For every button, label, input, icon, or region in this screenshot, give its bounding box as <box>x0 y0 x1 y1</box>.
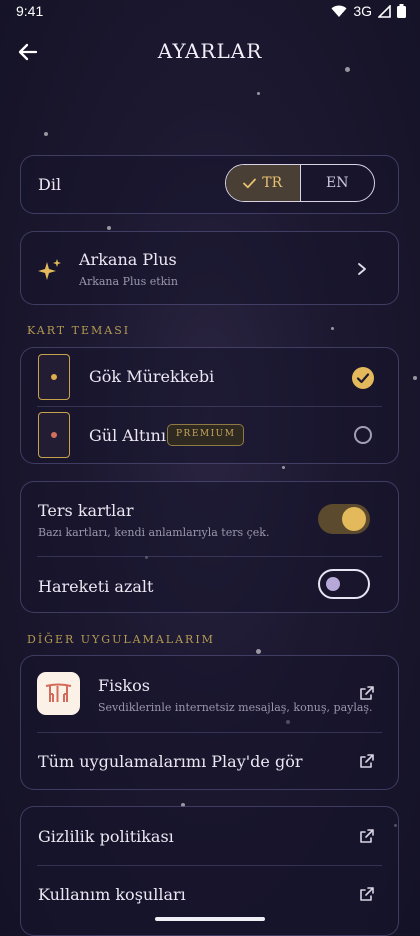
star-decoration <box>331 327 334 330</box>
external-link-icon <box>360 887 374 901</box>
gesture-navigation-bar[interactable] <box>155 917 265 921</box>
star-decoration <box>413 376 417 380</box>
page-title: AYARLAR <box>157 39 263 63</box>
privacy-policy-label: Gizlilik politikası <box>38 827 174 846</box>
plus-title: Arkana Plus <box>79 250 177 269</box>
battery-icon <box>397 4 406 18</box>
chevron-right-icon <box>358 263 366 275</box>
check-circle-icon <box>352 367 374 389</box>
language-toggle: TR EN <box>225 164 375 202</box>
language-card: Dil TR EN <box>20 155 399 214</box>
status-bar: 9:41 3G <box>0 0 420 24</box>
theme-option-label: Gül Altını <box>89 426 166 445</box>
language-option-label: EN <box>326 175 349 191</box>
reversed-cards-switch[interactable] <box>318 504 370 534</box>
plus-card[interactable]: Arkana Plus Arkana Plus etkin <box>20 231 399 305</box>
divider <box>37 556 382 557</box>
radio-unselected <box>354 426 372 444</box>
star-decoration <box>107 226 111 230</box>
sparkles-icon <box>38 259 61 280</box>
reduce-motion-label: Hareketi azalt <box>38 577 154 596</box>
language-option-en[interactable]: EN <box>301 165 375 201</box>
theme-option-gul-altini[interactable]: Gül Altını PREMIUM <box>21 407 400 465</box>
theme-dot <box>51 432 57 438</box>
star-decoration <box>282 466 285 469</box>
switch-knob <box>342 507 366 531</box>
app-name: Fiskos <box>98 676 150 695</box>
language-label: Dil <box>38 175 62 194</box>
see-all-apps-label: Tüm uygulamalarımı Play'de gör <box>38 752 303 771</box>
terms-of-use-link[interactable]: Kullanım koşulları <box>21 866 400 924</box>
fiskos-app-icon <box>37 672 80 715</box>
signal-icon <box>378 4 391 18</box>
theme-preview-thumbnail <box>38 412 70 458</box>
network-type: 3G <box>353 3 372 19</box>
external-link-icon <box>360 829 374 843</box>
reduce-motion-switch[interactable] <box>318 569 370 599</box>
switch-knob <box>326 577 340 591</box>
language-option-label: TR <box>262 175 283 191</box>
card-theme-card: Gök Mürekkebi Gül Altını PREMIUM <box>20 347 399 464</box>
premium-badge: PREMIUM <box>167 424 245 446</box>
star-decoration <box>44 132 48 136</box>
reversed-cards-description: Bazı kartları, kendi anlamlarıyla ters ç… <box>38 526 270 539</box>
check-icon <box>243 178 257 188</box>
preferences-card: Ters kartlar Bazı kartları, kendi anlaml… <box>20 481 399 613</box>
see-all-apps-link[interactable]: Tüm uygulamalarımı Play'de gör <box>21 733 400 791</box>
app-header: AYARLAR <box>0 24 420 80</box>
fiskos-logo-icon <box>45 683 72 702</box>
theme-dot <box>51 374 57 380</box>
privacy-policy-link[interactable]: Gizlilik politikası <box>21 807 400 865</box>
reversed-cards-label: Ters kartlar <box>38 501 134 520</box>
external-link-icon <box>360 754 374 768</box>
other-apps-section-title: DİĞER UYGULAMALARIM <box>27 633 215 646</box>
external-link-icon <box>360 686 374 700</box>
status-icons: 3G <box>331 3 406 19</box>
star-decoration <box>256 649 261 654</box>
status-time: 9:41 <box>16 3 44 19</box>
language-option-tr[interactable]: TR <box>226 165 301 201</box>
theme-option-label: Gök Mürekkebi <box>89 367 215 386</box>
theme-option-gok-murekkebi[interactable]: Gök Mürekkebi <box>21 348 400 406</box>
app-description: Sevdiklerinle internetsiz mesajlaş, konu… <box>98 701 373 714</box>
other-apps-card: Fiskos Sevdiklerinle internetsiz mesajla… <box>20 655 399 790</box>
app-item-fiskos[interactable]: Fiskos Sevdiklerinle internetsiz mesajla… <box>21 656 400 732</box>
theme-preview-thumbnail <box>38 354 70 400</box>
card-theme-section-title: KART TEMASI <box>27 324 131 337</box>
terms-of-use-label: Kullanım koşulları <box>38 885 186 904</box>
plus-subtitle: Arkana Plus etkin <box>79 275 178 288</box>
wifi-icon <box>331 5 347 17</box>
star-decoration <box>257 92 260 95</box>
